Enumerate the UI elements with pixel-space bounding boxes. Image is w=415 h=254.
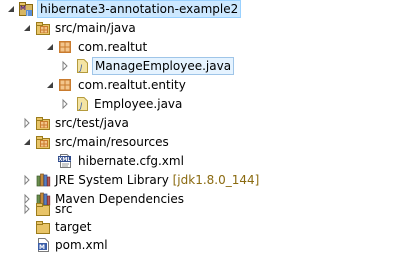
tree-row-pom[interactable]: M pom.xml xyxy=(0,236,415,254)
tree-row-project[interactable]: M J hibernate3-annotation-example2 xyxy=(0,0,415,18)
maven-badge: M xyxy=(39,244,45,251)
source-folder-icon xyxy=(36,117,50,130)
expanded-twisty-icon[interactable] xyxy=(21,22,33,34)
expanded-twisty-icon[interactable] xyxy=(44,79,56,91)
tree-row-src-main-java[interactable]: src/main/java xyxy=(0,19,415,37)
package-realtut-label[interactable]: com.realtut xyxy=(76,39,149,55)
src-folder-label[interactable]: src xyxy=(53,201,75,217)
expanded-twisty-icon[interactable] xyxy=(5,3,17,15)
jre-library-name: JRE System Library xyxy=(55,173,169,187)
src-main-resources-label[interactable]: src/main/resources xyxy=(53,134,171,150)
src-main-java-label[interactable]: src/main/java xyxy=(53,20,138,36)
collapsed-twisty-icon[interactable] xyxy=(21,203,33,215)
project-label[interactable]: hibernate3-annotation-example2 xyxy=(37,0,242,18)
target-folder-label[interactable]: target xyxy=(53,219,94,235)
jre-library-version: [jdk1.8.0_144] xyxy=(172,173,260,187)
source-folder-icon xyxy=(36,22,50,35)
collapsed-twisty-icon[interactable] xyxy=(59,60,71,72)
employee-label[interactable]: Employee.java xyxy=(92,96,184,112)
xml-badge: XML xyxy=(59,157,72,163)
tree-row-employee[interactable]: J Employee.java xyxy=(0,95,415,113)
tree-row-package-entity[interactable]: com.realtut.entity xyxy=(0,76,415,94)
package-icon xyxy=(59,41,71,53)
java-file-icon: J xyxy=(77,59,88,73)
collapsed-twisty-icon[interactable] xyxy=(21,117,33,129)
maven-pom-icon: M xyxy=(38,238,49,252)
package-icon xyxy=(59,79,71,91)
source-folder-icon xyxy=(36,136,50,149)
expanded-twisty-icon[interactable] xyxy=(44,41,56,53)
pom-label[interactable]: pom.xml xyxy=(53,237,110,253)
expanded-twisty-icon[interactable] xyxy=(21,136,33,148)
tree-row-jre-library[interactable]: JRE System Library [jdk1.8.0_144] xyxy=(0,171,415,189)
folder-icon xyxy=(36,221,50,234)
collapsed-twisty-icon[interactable] xyxy=(59,98,71,110)
package-entity-label[interactable]: com.realtut.entity xyxy=(76,77,188,93)
xml-file-icon: XML xyxy=(58,154,72,168)
svg-text:J: J xyxy=(26,11,28,17)
tree-row-src[interactable]: src xyxy=(0,200,415,218)
maven-badge: M xyxy=(20,5,26,12)
manage-employee-label[interactable]: ManageEmployee.java xyxy=(92,57,235,75)
tree-row-src-main-resources[interactable]: src/main/resources xyxy=(0,133,415,151)
java-file-icon: J xyxy=(77,97,88,111)
maven-project-icon: M J xyxy=(19,2,33,17)
collapsed-twisty-icon[interactable] xyxy=(21,174,33,186)
src-test-java-label[interactable]: src/test/java xyxy=(53,115,131,131)
library-icon xyxy=(36,173,51,187)
tree-row-manage-employee[interactable]: J ManageEmployee.java xyxy=(0,57,415,75)
tree-row-src-test-java[interactable]: src/test/java xyxy=(0,114,415,132)
hibernate-cfg-label[interactable]: hibernate.cfg.xml xyxy=(76,153,186,169)
tree-row-target[interactable]: target xyxy=(0,218,415,236)
tree-row-hibernate-cfg[interactable]: XML hibernate.cfg.xml xyxy=(0,152,415,170)
folder-icon xyxy=(36,203,50,216)
tree-row-package-realtut[interactable]: com.realtut xyxy=(0,38,415,56)
jre-library-label[interactable]: JRE System Library [jdk1.8.0_144] xyxy=(53,172,261,188)
project-explorer-tree: M J hibernate3-annotation-example2 src/m… xyxy=(0,0,415,254)
